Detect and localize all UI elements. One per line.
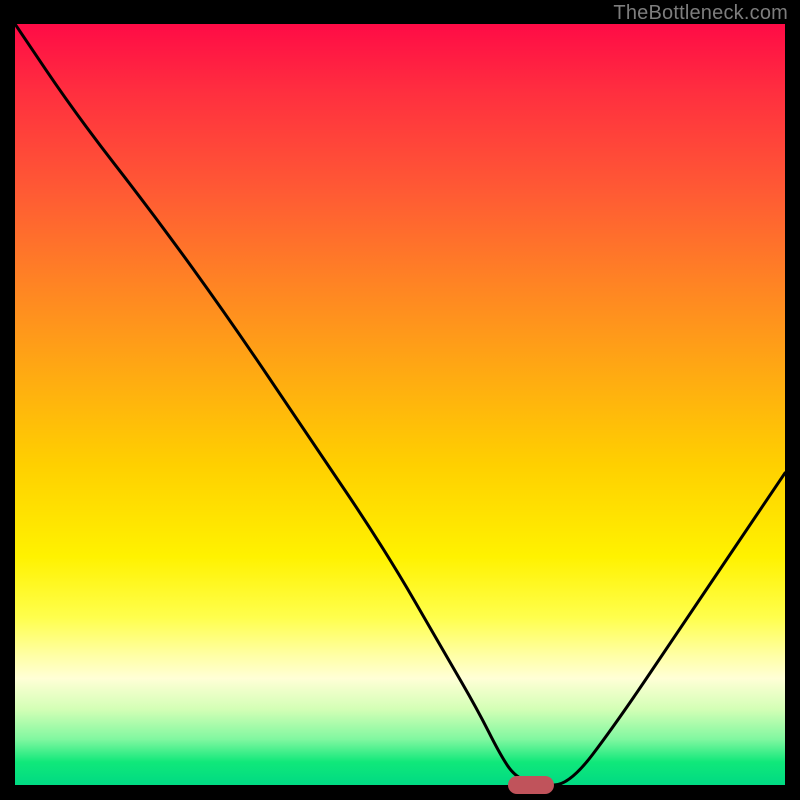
plot-area	[15, 24, 785, 785]
optimum-marker	[508, 776, 554, 794]
bottleneck-curve	[15, 24, 785, 785]
attribution-text: TheBottleneck.com	[613, 2, 788, 25]
chart-frame: TheBottleneck.com	[0, 0, 800, 800]
